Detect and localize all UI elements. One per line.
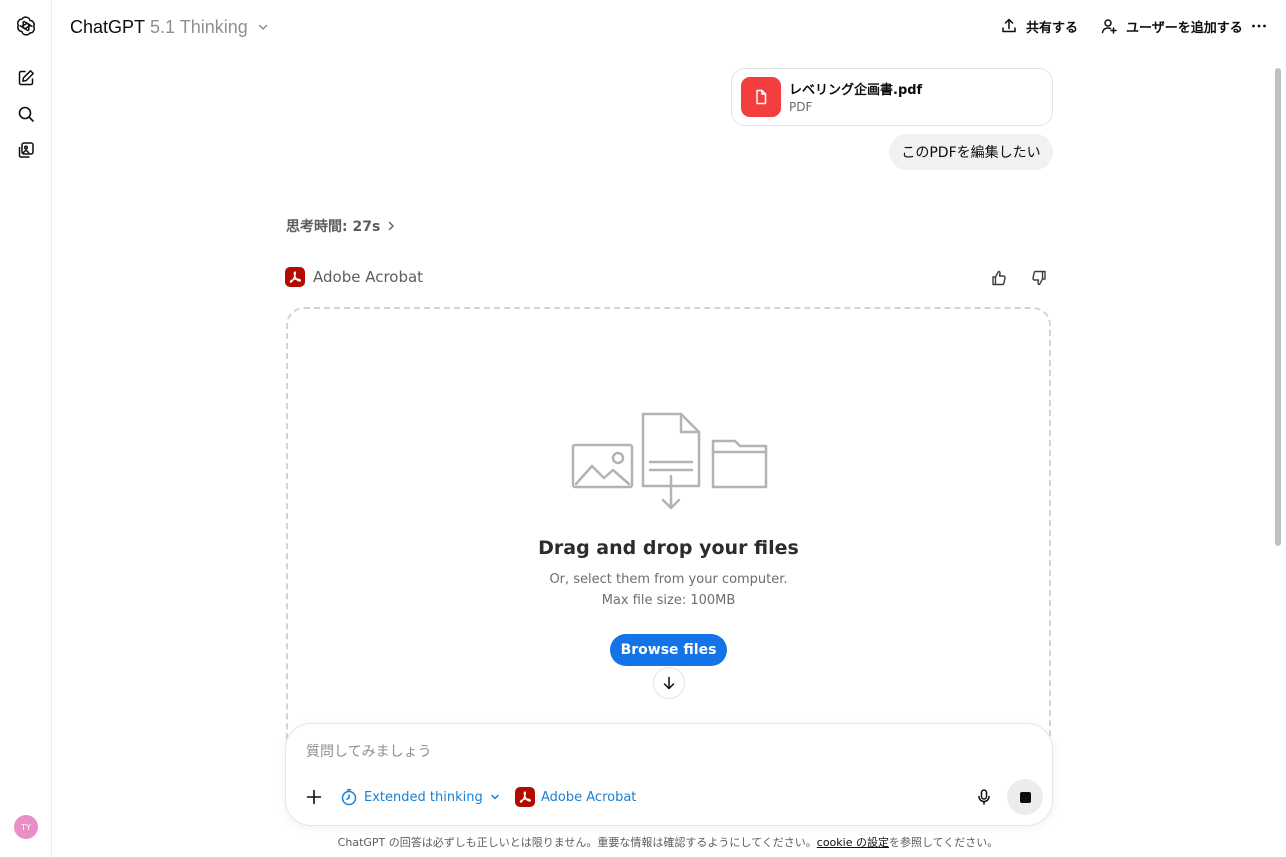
attachment-card[interactable]: レベリング企画書.pdf PDF bbox=[731, 68, 1053, 126]
thinking-time-toggle[interactable]: 思考時間: 27s bbox=[286, 216, 396, 236]
pdf-file-icon bbox=[741, 77, 781, 117]
chatgpt-window: TY ChatGPT 5.1 Thinking 共有する ユーザーを追加する レ… bbox=[0, 0, 1286, 857]
attachment-type: PDF bbox=[789, 100, 813, 114]
thinking-mode-selector[interactable]: Extended thinking bbox=[340, 787, 501, 807]
disclaimer: ChatGPT の回答は必ずしも正しいとは限りません。重要な情報は確認するように… bbox=[0, 834, 1286, 850]
new-chat-icon[interactable] bbox=[14, 66, 38, 90]
attachment-name: レベリング企画書.pdf bbox=[789, 83, 923, 98]
tool-name: Adobe Acrobat bbox=[313, 268, 424, 286]
user-message: このPDFを編集したい bbox=[889, 134, 1053, 170]
prompt-input[interactable] bbox=[306, 740, 1006, 764]
model-name: 5.1 Thinking bbox=[150, 16, 248, 37]
microphone-icon bbox=[978, 789, 990, 805]
thinking-mode-label: Extended thinking bbox=[364, 789, 483, 805]
thumbs-down-icon bbox=[1032, 270, 1046, 286]
thumbs-up-button[interactable] bbox=[988, 267, 1010, 289]
add-attachment-button[interactable] bbox=[304, 787, 324, 807]
app-title: ChatGPT bbox=[70, 16, 146, 37]
browse-files-button[interactable]: Browse files bbox=[610, 634, 727, 666]
scroll-to-bottom-button[interactable] bbox=[653, 667, 685, 699]
share-icon bbox=[1002, 18, 1016, 33]
add-user-label: ユーザーを追加する bbox=[1126, 20, 1243, 36]
disclaimer-suffix: を参照してください。 bbox=[888, 836, 999, 849]
share-button[interactable]: 共有する bbox=[1000, 14, 1078, 38]
sidebar-rail: TY bbox=[0, 0, 52, 857]
dictate-button[interactable] bbox=[974, 787, 994, 807]
library-icon[interactable] bbox=[14, 138, 38, 162]
add-user-button[interactable]: ユーザーを追加する bbox=[1100, 14, 1243, 38]
chevron-right-icon bbox=[389, 221, 395, 231]
stop-generating-button[interactable] bbox=[1007, 779, 1043, 815]
disclaimer-text: ChatGPT の回答は必ずしも正しいとは限りません。重要な情報は確認するように… bbox=[337, 836, 817, 849]
upload-illustration-icon bbox=[571, 412, 768, 510]
thumbs-up-icon bbox=[992, 270, 1006, 286]
thinking-time-label: 思考時間: 27s bbox=[286, 219, 381, 235]
more-icon bbox=[1252, 24, 1266, 28]
acrobat-tool-label: Adobe Acrobat bbox=[541, 789, 637, 805]
tool-header: Adobe Acrobat bbox=[285, 267, 423, 287]
thumbs-down-button[interactable] bbox=[1028, 267, 1050, 289]
dropzone-title: Drag and drop your files bbox=[538, 537, 799, 559]
scrollbar-thumb[interactable] bbox=[1275, 68, 1281, 546]
chevron-down-icon bbox=[490, 794, 499, 800]
acrobat-tool-chip[interactable]: Adobe Acrobat bbox=[515, 787, 636, 807]
more-options-button[interactable] bbox=[1250, 14, 1268, 38]
stop-icon bbox=[1019, 791, 1031, 803]
cookie-settings-link[interactable]: cookie の設定 bbox=[817, 836, 889, 849]
search-icon[interactable] bbox=[14, 102, 38, 126]
add-user-icon bbox=[1101, 19, 1117, 34]
adobe-acrobat-logo-icon bbox=[285, 267, 305, 287]
timer-icon bbox=[341, 789, 357, 806]
composer: Extended thinking Adobe Acrobat bbox=[285, 723, 1053, 826]
file-dropzone[interactable]: Drag and drop your files Or, select them… bbox=[286, 307, 1051, 777]
model-switcher[interactable]: ChatGPT 5.1 Thinking bbox=[70, 14, 270, 40]
plus-icon bbox=[306, 789, 322, 805]
share-label: 共有する bbox=[1026, 20, 1079, 36]
adobe-acrobat-logo-icon bbox=[515, 787, 535, 807]
dropzone-max-size: Max file size: 100MB bbox=[601, 593, 736, 608]
chatgpt-logo-icon[interactable] bbox=[14, 14, 38, 38]
arrow-down-icon bbox=[663, 676, 675, 690]
chevron-down-icon bbox=[258, 24, 268, 31]
dropzone-subtitle: Or, select them from your computer. bbox=[549, 572, 788, 587]
